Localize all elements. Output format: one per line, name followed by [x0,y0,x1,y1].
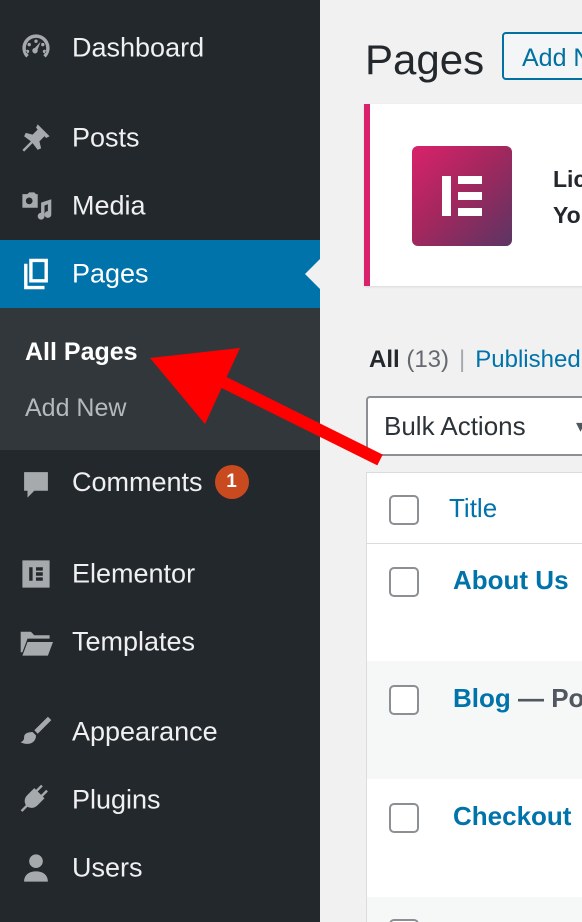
row-checkbox[interactable] [389,567,419,597]
elementor-logo-icon [412,146,512,246]
sidebar-item-elementor[interactable]: Elementor [0,544,320,604]
plug-icon [18,782,54,818]
column-title-header[interactable]: Title [449,493,497,524]
status-filters: All (13) | Published [369,346,581,374]
active-indicator [305,259,320,289]
table-row: Checkout [367,779,582,897]
table-row [367,897,582,922]
row-title-link[interactable]: About Us [453,565,569,596]
submenu-add-new[interactable]: Add New [25,394,126,423]
bulk-actions-select[interactable]: Bulk Actions ▾ [366,396,582,456]
sidebar-item-label: Posts [72,122,140,153]
dashboard-icon [18,30,54,66]
row-title-text: About Us [453,565,569,595]
sidebar-item-label: Pages [72,258,149,289]
sidebar-item-plugins[interactable]: Plugins [0,770,320,830]
page-title: Pages [365,36,485,83]
comment-icon [18,466,54,502]
sidebar-item-media[interactable]: Media [0,176,320,236]
filter-separator: | [459,346,466,373]
comment-count-badge: 1 [214,465,249,499]
sidebar-item-label: Templates [72,626,196,657]
sidebar-item-label: Dashboard [72,32,205,63]
user-icon [18,850,54,886]
elementor-notice: Lic Yo [364,104,582,286]
notice-text-line2: Yo [553,202,581,228]
sidebar-item-label: Plugins [72,784,161,815]
row-title-text: Checkout [453,801,572,831]
pushpin-icon [18,120,54,156]
sidebar-item-appearance[interactable]: Appearance [0,702,320,762]
sidebar-item-label-wrap: Comments 1 [72,465,249,501]
sidebar-item-posts[interactable]: Posts [0,108,320,168]
admin-sidebar: Dashboard Posts Media Pages All Pages Ad… [0,0,320,922]
notice-text-line1: Lic [553,166,582,192]
paintbrush-icon [18,714,54,750]
table-row: About Us [367,543,582,661]
sidebar-item-label: Elementor [72,558,196,589]
row-checkbox[interactable] [389,803,419,833]
main-content: Pages Add New Lic Yo All (13)|Published … [320,0,582,922]
bulk-actions-value: Bulk Actions [384,411,526,441]
elementor-icon [18,556,54,592]
filter-all[interactable]: All [369,346,400,373]
sidebar-item-label: Users [72,852,143,883]
table-row: Blog — Po [367,661,582,779]
folder-icon [18,624,54,660]
submenu-all-pages[interactable]: All Pages [25,338,138,367]
row-title-link[interactable]: Blog — Po [453,683,582,714]
select-all-checkbox[interactable] [389,495,419,525]
add-new-button[interactable]: Add New [502,32,582,80]
pages-submenu: All Pages Add New [0,308,320,450]
chevron-down-icon: ▾ [576,416,582,436]
sidebar-item-label: Media [72,190,146,221]
pages-icon [18,256,54,292]
row-title-link[interactable]: Checkout [453,801,571,832]
pages-table: Title About Us Blog — Po Checkout [366,472,582,922]
filter-published[interactable]: Published [475,346,580,373]
sidebar-item-label: Comments [72,467,203,498]
sidebar-item-pages[interactable]: Pages [0,240,320,308]
row-title-text: Blog [453,683,511,713]
row-post-state: — Po [510,683,582,713]
sidebar-item-dashboard[interactable]: Dashboard [0,18,320,78]
sidebar-item-label: Appearance [72,716,218,747]
sidebar-item-users[interactable]: Users [0,838,320,898]
filter-all-count: (13) [406,346,450,373]
table-header-row: Title [367,473,582,544]
media-icon [18,188,54,224]
sidebar-item-comments[interactable]: Comments 1 [0,454,320,514]
row-checkbox[interactable] [389,685,419,715]
sidebar-item-templates[interactable]: Templates [0,612,320,672]
